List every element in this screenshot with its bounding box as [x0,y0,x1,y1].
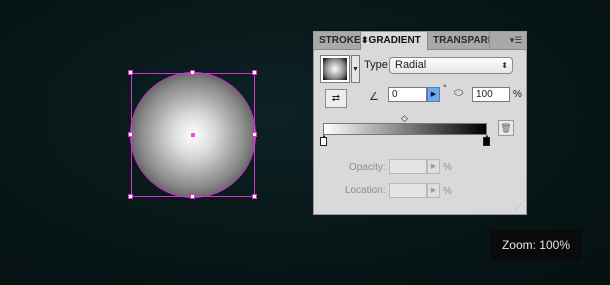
opacity-label: Opacity: [349,162,386,173]
gradient-panel: STROKE ⬍GRADIENT TRANSPARE ▾☰ ▼ Type Rad… [313,31,527,215]
resize-grip-icon[interactable]: ⋰ [514,202,524,212]
tab-stroke[interactable]: STROKE [314,32,361,49]
color-stop-white[interactable] [320,137,327,146]
location-input[interactable] [389,183,427,198]
zoom-indicator: Zoom: 100% [491,230,581,260]
angle-icon: ∠ [369,91,379,103]
gradient-preview [323,58,347,80]
opacity-input[interactable] [389,159,427,174]
updown-chevron-icon: ⬍ [501,61,508,70]
gradient-slider-ramp[interactable] [323,123,487,135]
resize-handle-left[interactable] [128,132,133,137]
type-label: Type [364,59,388,71]
panel-menu-icon[interactable]: ▾☰ [509,35,523,46]
resize-handle-bottom-right[interactable] [252,194,257,199]
resize-handle-top[interactable] [190,70,195,75]
delete-stop-trash-icon[interactable]: 🗑 [498,120,514,136]
angle-input[interactable]: 0 [388,87,427,102]
location-label: Location: [345,185,386,196]
tab-reorder-icon: ⬍ [361,35,369,45]
angle-dropdown-button[interactable]: ▶ [427,87,440,102]
tab-gradient-label: GRADIENT [368,35,421,46]
opacity-dropdown-button[interactable]: ▶ [427,159,440,174]
location-dropdown-button[interactable]: ▶ [427,183,440,198]
gradient-type-select[interactable]: Radial ⬍ [389,57,513,74]
resize-handle-top-left[interactable] [128,70,133,75]
opacity-unit: % [443,162,452,173]
resize-handle-top-right[interactable] [252,70,257,75]
color-stop-black[interactable] [483,137,490,146]
tab-gradient[interactable]: ⬍GRADIENT [361,32,428,50]
reverse-gradient-button[interactable]: ⇄ [325,89,347,108]
panel-tab-bar: STROKE ⬍GRADIENT TRANSPARE ▾☰ [314,32,526,50]
gradient-type-value: Radial [395,59,427,71]
tab-transparency[interactable]: TRANSPARE [428,32,490,49]
degree-symbol: ° [443,83,447,93]
resize-handle-bottom-left[interactable] [128,194,133,199]
gradient-swatch-dropdown[interactable]: ▼ [351,55,360,83]
aspect-ratio-input[interactable]: 100 [472,87,510,102]
location-unit: % [443,186,452,197]
resize-handle-right[interactable] [252,132,257,137]
gradient-swatch-thumbnail[interactable] [320,55,350,83]
object-center-point [191,133,195,137]
aspect-ratio-unit: % [513,89,522,100]
resize-handle-bottom[interactable] [190,194,195,199]
aspect-ratio-icon: ⬭ [454,87,464,99]
